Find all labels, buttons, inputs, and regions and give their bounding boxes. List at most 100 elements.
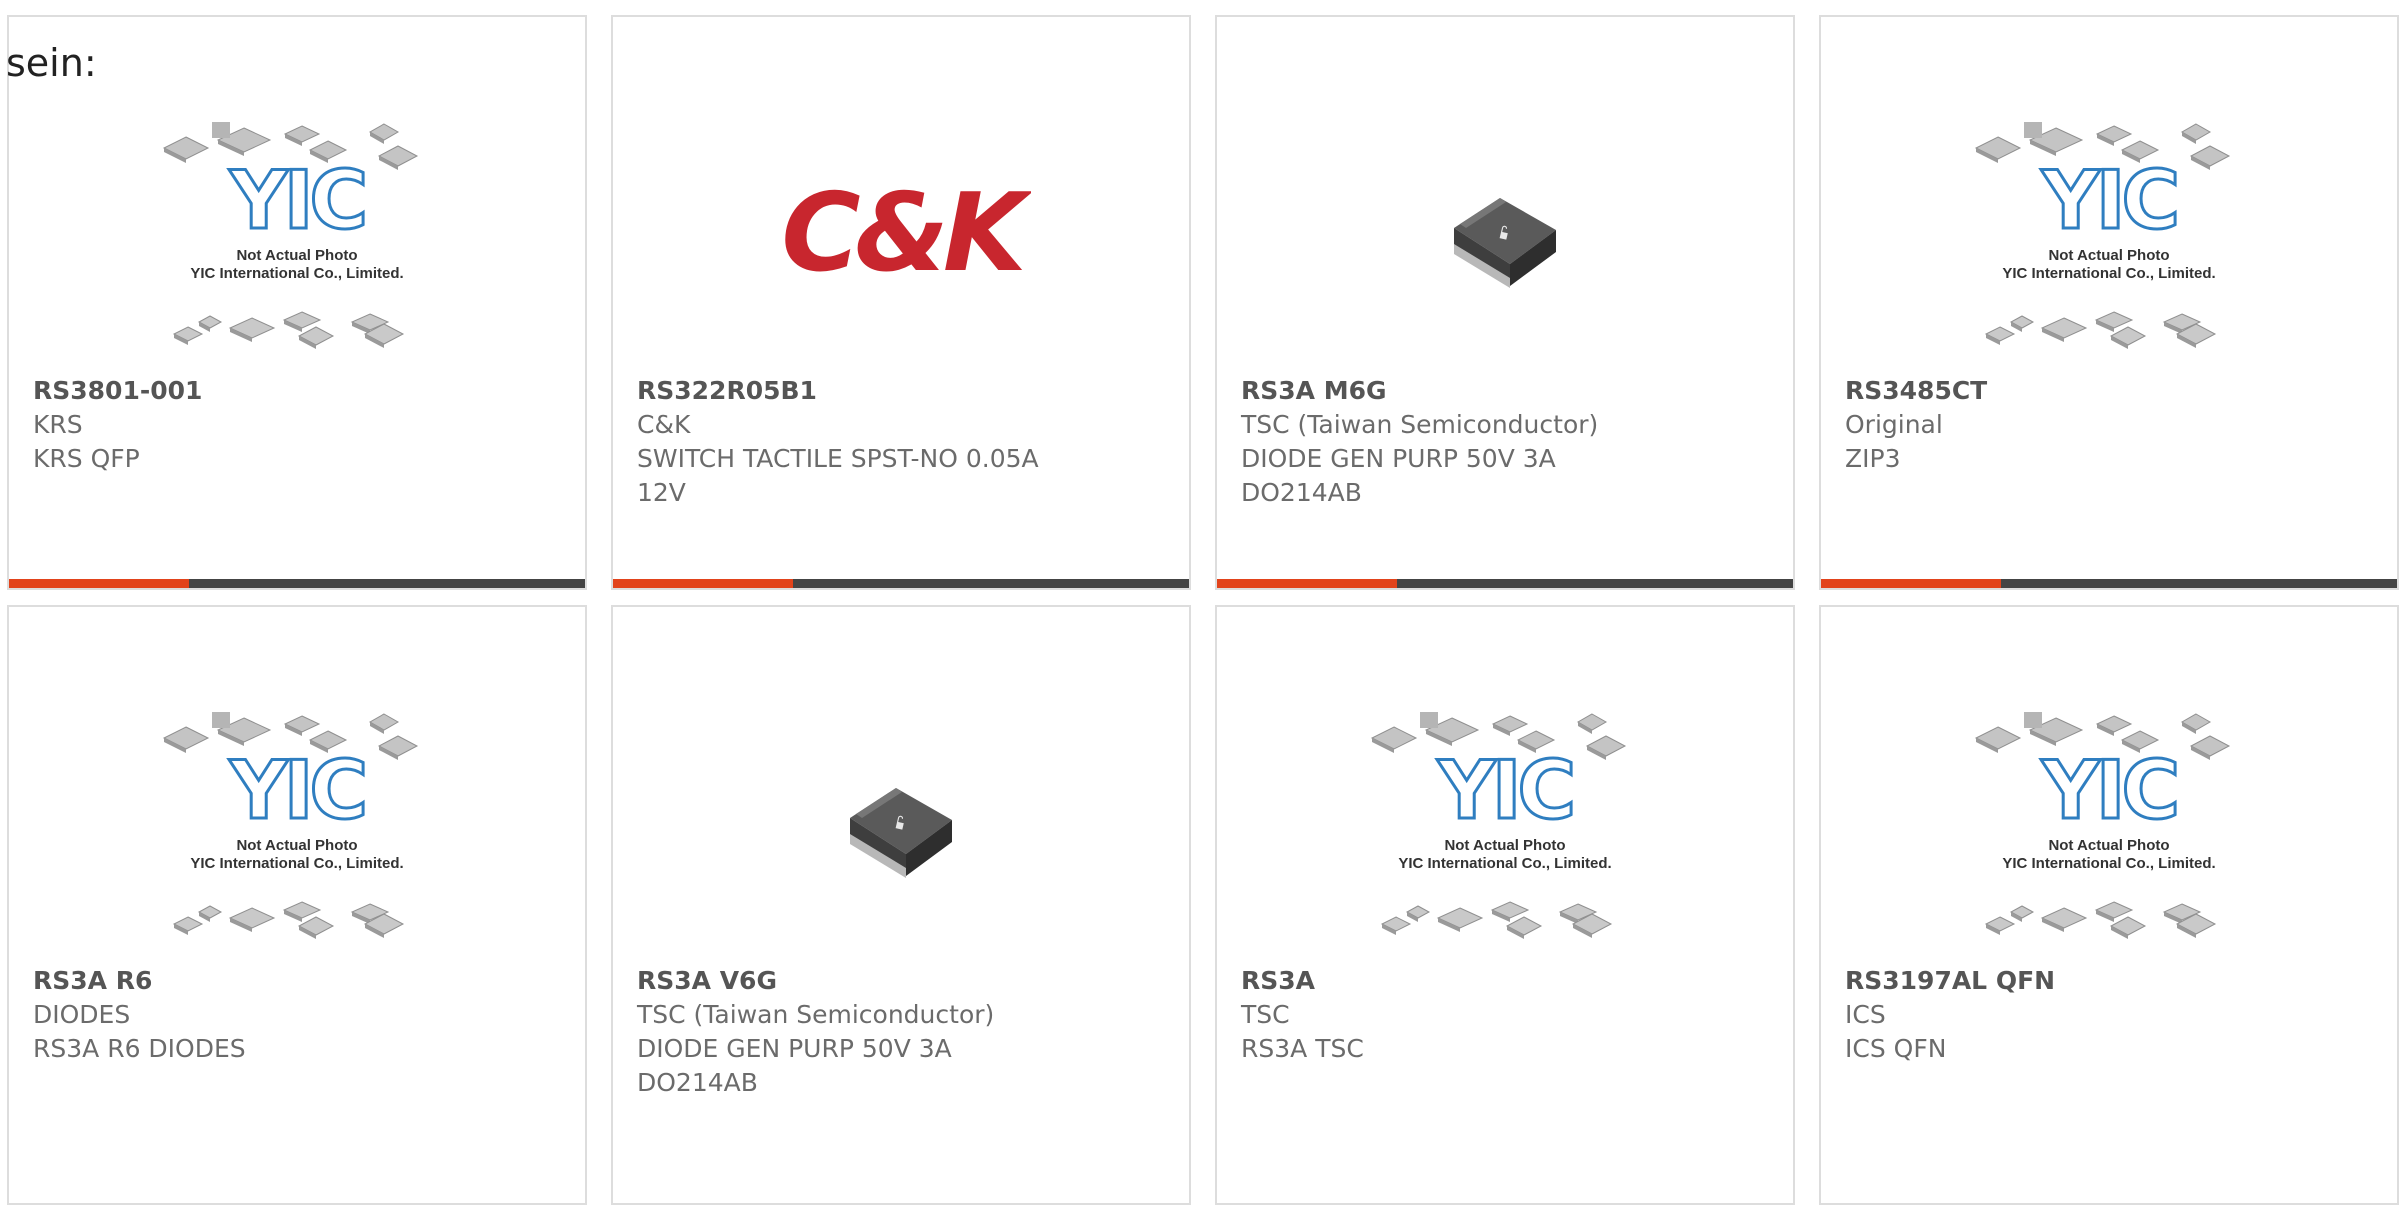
accent-bar [613, 579, 793, 588]
product-card[interactable]: YIC Not Actual Photo YIC International Co.… [7, 15, 587, 590]
chip-shape [283, 715, 321, 736]
chip-shape [1436, 907, 1484, 932]
product-image[interactable]: YIC Not Actual Photo YIC International Co.… [1821, 105, 2397, 365]
placeholder-caption-1: Not Actual Photo [236, 837, 357, 854]
description-extra: DO214AB [1241, 478, 1362, 507]
yic-placeholder-image: YICNot Actual PhotoYIC International Co.… [162, 712, 419, 939]
yic-logo: YIC [2041, 154, 2176, 247]
chip-shape [377, 735, 419, 760]
chip-shape [2009, 315, 2035, 332]
description-extra: DO214AB [637, 1068, 758, 1097]
part-number[interactable]: RS3801-001 [33, 374, 561, 408]
card-bottom-bar [613, 579, 1189, 588]
chip-shape [1974, 726, 2022, 753]
chip-shape [2095, 125, 2133, 146]
part-number[interactable]: RS3A M6G [1241, 374, 1769, 408]
yic-placeholder-image: YICNot Actual PhotoYIC International Co.… [1974, 712, 2231, 939]
chip-shape [2024, 122, 2042, 138]
product-card[interactable]: C&K RS322R05B1 C&K SWITCH TACTILE SPST-N… [611, 15, 1191, 590]
product-image[interactable]: C&K [613, 105, 1189, 365]
product-image[interactable]: YIC Not Actual Photo YIC International Co.… [1217, 695, 1793, 955]
product-card[interactable]: YIC Not Actual Photo YIC International Co.… [1819, 605, 2399, 1205]
yic-logo: YIC [1437, 744, 1572, 837]
part-number[interactable]: RS3A R6 [33, 964, 561, 998]
part-number[interactable]: RS3A V6G [637, 964, 1165, 998]
yic-placeholder-image: YICNot Actual PhotoYIC International Co.… [162, 122, 419, 349]
description: KRS QFP [33, 444, 140, 473]
chip-shape [2189, 735, 2231, 760]
product-image[interactable]: ꗃ [613, 695, 1189, 955]
chip-shape [297, 326, 335, 349]
yic-logo: YIC [229, 154, 364, 247]
product-card[interactable]: YIC Not Actual Photo YIC International Co.… [7, 605, 587, 1205]
brand: Original [1845, 410, 1943, 439]
chip-shape [172, 326, 204, 345]
chip-shape [2095, 715, 2133, 736]
description: ZIP3 [1845, 444, 1901, 473]
yic-placeholder-image: YICNot Actual PhotoYIC International Co.… [1974, 122, 2231, 349]
product-image[interactable]: YIC Not Actual Photo YIC International Co.… [9, 695, 585, 955]
part-number[interactable]: RS322R05B1 [637, 374, 1165, 408]
placeholder-caption-1: Not Actual Photo [1444, 837, 1565, 854]
description: DIODE GEN PURP 50V 3A [1241, 444, 1556, 473]
placeholder-caption-1: Not Actual Photo [236, 247, 357, 264]
brand: C&K [637, 410, 691, 439]
chip-shape [2180, 713, 2212, 734]
brand: KRS [33, 410, 83, 439]
chip-shape [212, 122, 230, 138]
chip-shape [1380, 916, 1412, 935]
card-bottom-bar [9, 579, 585, 588]
ck-logo: C&K [781, 171, 1031, 296]
part-number[interactable]: RS3485CT [1845, 374, 2373, 408]
chip-shape [1585, 735, 1627, 760]
smd-diode-image: ꗃ [1454, 198, 1556, 288]
brand: ICS [1845, 1000, 1886, 1029]
part-number[interactable]: RS3A [1241, 964, 1769, 998]
part-number[interactable]: RS3197AL QFN [1845, 964, 2373, 998]
accent-bar [9, 579, 189, 588]
chip-shape [1984, 916, 2016, 935]
chip-shape [1370, 726, 1418, 753]
accent-bar [1821, 579, 2001, 588]
yic-logo: YIC [2041, 744, 2176, 837]
brand: DIODES [33, 1000, 131, 1029]
intro-text: sein: [6, 41, 97, 85]
chip-shape [377, 145, 419, 170]
chip-shape [2180, 123, 2212, 144]
yic-logo: YIC [229, 744, 364, 837]
chip-shape [197, 905, 223, 922]
description: DIODE GEN PURP 50V 3A [637, 1034, 952, 1063]
product-card[interactable]: YIC Not Actual Photo YIC International Co.… [1819, 15, 2399, 590]
product-card[interactable]: ꗃ RS3A V6G TSC (Taiwan Semiconductor) DI… [611, 605, 1191, 1205]
chip-shape [1505, 916, 1543, 939]
placeholder-caption-1: Not Actual Photo [2048, 247, 2169, 264]
chip-shape [297, 916, 335, 939]
placeholder-caption-2: YIC International Co., Limited. [2002, 855, 2215, 872]
placeholder-caption-2: YIC International Co., Limited. [2002, 265, 2215, 282]
chip-shape [228, 907, 276, 932]
smd-diode-image: ꗃ [850, 788, 952, 878]
chip-shape [2009, 905, 2035, 922]
product-card[interactable]: YIC Not Actual Photo YIC International Co.… [1215, 605, 1795, 1205]
product-image[interactable]: ꗃ [1217, 105, 1793, 365]
description: ICS QFN [1845, 1034, 1947, 1063]
product-card[interactable]: ꗃ RS3A M6G TSC (Taiwan Semiconductor) DI… [1215, 15, 1795, 590]
product-image[interactable]: YIC Not Actual Photo YIC International Co.… [9, 105, 585, 365]
chip-shape [2040, 907, 2088, 932]
chip-shape [162, 726, 210, 753]
chip-shape [2024, 712, 2042, 728]
card-bottom-bar [1821, 579, 2397, 588]
chip-shape [172, 916, 204, 935]
description: RS3A TSC [1241, 1034, 1364, 1063]
chip-shape [2040, 317, 2088, 342]
description: SWITCH TACTILE SPST-NO 0.05A [637, 444, 1039, 473]
chip-shape [283, 125, 321, 146]
chip-shape [1405, 905, 1431, 922]
chip-shape [368, 713, 400, 734]
placeholder-caption-2: YIC International Co., Limited. [1398, 855, 1611, 872]
product-image[interactable]: YIC Not Actual Photo YIC International Co.… [1821, 695, 2397, 955]
placeholder-caption-1: Not Actual Photo [2048, 837, 2169, 854]
brand: TSC (Taiwan Semiconductor) [637, 1000, 995, 1029]
chip-shape [2109, 326, 2147, 349]
chip-shape [1420, 712, 1438, 728]
